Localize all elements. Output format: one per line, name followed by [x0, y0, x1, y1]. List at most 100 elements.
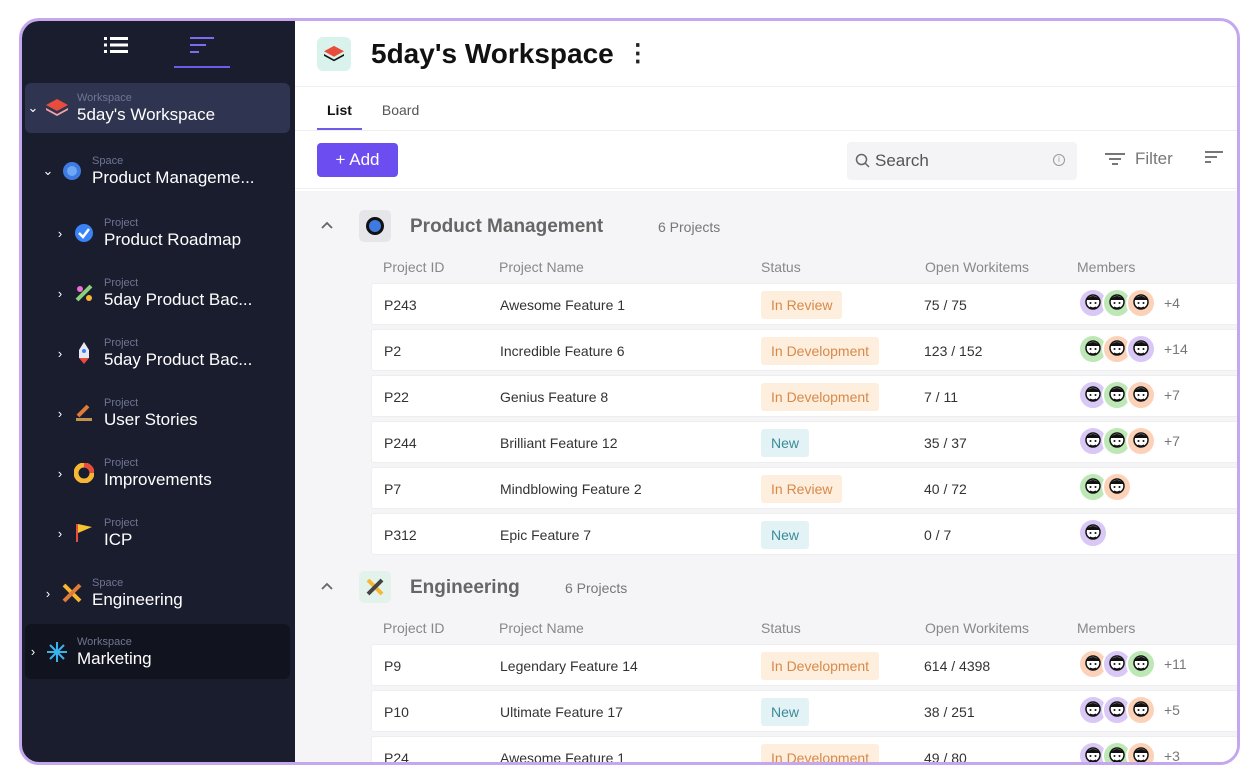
group-header-product-management[interactable]: Product Management 6 Projects	[295, 206, 1237, 246]
check-circle-icon	[72, 221, 96, 245]
tab-board[interactable]: Board	[372, 102, 429, 130]
project-name[interactable]: Incredible Feature 6	[500, 343, 625, 359]
search-input[interactable]: Search i	[847, 142, 1077, 180]
view-tabs: List Board	[295, 87, 1237, 131]
add-button[interactable]: + Add	[317, 142, 398, 177]
chevron-right-icon[interactable]: ›	[52, 286, 68, 301]
tree-item-label: Product Roadmap	[104, 230, 242, 249]
member-avatars[interactable]: +7	[1078, 426, 1180, 456]
member-avatars[interactable]: +3	[1078, 741, 1180, 762]
chevron-right-icon[interactable]: ›	[40, 586, 56, 601]
tree-item-workspace-5day[interactable]: ⌄ Workspace 5day's Workspace	[25, 83, 290, 133]
status-badge: In Development	[761, 383, 880, 411]
paint-icon	[72, 281, 96, 305]
tree-item-label: Improvements	[104, 470, 212, 489]
project-id: P312	[384, 527, 417, 543]
tree-item-project-backlog-1[interactable]: › Project 5day Product Bac...	[52, 268, 290, 318]
member-avatars[interactable]: +5	[1078, 695, 1180, 725]
project-name[interactable]: Epic Feature 7	[500, 527, 591, 543]
tree-item-space-engineering[interactable]: › Space Engineering	[40, 568, 290, 618]
chevron-right-icon[interactable]: ›	[52, 406, 68, 421]
tree-item-project-icp[interactable]: › Project ICP	[52, 508, 290, 558]
chevron-right-icon[interactable]: ›	[52, 466, 68, 481]
project-name[interactable]: Awesome Feature 1	[500, 297, 625, 313]
status-badge: New	[761, 698, 810, 726]
chevron-up-icon[interactable]	[320, 581, 334, 591]
table-row[interactable]: P243 Awesome Feature 1 In Review 75 / 75…	[371, 283, 1237, 325]
page-title: 5day's Workspace	[371, 37, 614, 69]
open-workitems: 38 / 251	[924, 704, 975, 720]
filter-button[interactable]: Filter	[1105, 149, 1173, 169]
table-row[interactable]: P22 Genius Feature 8 In Development 7 / …	[371, 375, 1237, 417]
globe-icon	[60, 159, 84, 183]
table-row[interactable]: P312 Epic Feature 7 New 0 / 7	[371, 513, 1237, 555]
tree-item-workspace-marketing[interactable]: › Workspace Marketing	[25, 624, 290, 679]
tree-view-tab[interactable]	[88, 28, 144, 62]
tree-item-label: Engineering	[92, 590, 183, 609]
table-row[interactable]: P9 Legendary Feature 14 In Development 6…	[371, 644, 1237, 686]
project-id: P24	[384, 750, 409, 762]
member-avatars[interactable]: +14	[1078, 334, 1188, 364]
tree-item-label: Product Manageme...	[92, 168, 255, 187]
more-members-count: +14	[1164, 341, 1188, 357]
chevron-right-icon[interactable]: ›	[52, 526, 68, 541]
group-name: Engineering	[410, 577, 520, 598]
chevron-right-icon[interactable]: ›	[52, 346, 68, 361]
tree-item-project-improvements[interactable]: › Project Improvements	[52, 448, 290, 498]
member-avatars[interactable]: +7	[1078, 380, 1180, 410]
status-badge: In Development	[761, 652, 880, 680]
project-id: P2	[384, 343, 402, 359]
app-frame: ⌄ Workspace 5day's Workspace ⌄ Space Produ…	[19, 18, 1240, 765]
chevron-down-icon[interactable]: ⌄	[25, 100, 41, 116]
project-name[interactable]: Legendary Feature 14	[500, 658, 638, 674]
member-avatars[interactable]	[1078, 472, 1140, 502]
member-avatars[interactable]	[1078, 518, 1116, 548]
project-list: Product Management 6 Projects Project ID…	[295, 191, 1237, 762]
member-avatars[interactable]: +11	[1078, 649, 1187, 679]
col-members: Members	[1077, 259, 1136, 275]
outline-view-tab[interactable]	[173, 28, 230, 68]
table-row[interactable]: P7 Mindblowing Feature 2 In Review 40 / …	[371, 467, 1237, 509]
gavel-icon	[72, 401, 96, 425]
group-header-engineering[interactable]: Engineering 6 Projects	[295, 567, 1237, 607]
tree-item-label: 5day Product Bac...	[104, 350, 253, 369]
chevron-up-icon[interactable]	[320, 220, 334, 230]
filter-icon	[1105, 153, 1125, 165]
more-members-count: +5	[1164, 702, 1180, 718]
chevron-right-icon[interactable]: ›	[52, 226, 68, 241]
status-badge: In Review	[761, 291, 843, 319]
tree-item-project-backlog-2[interactable]: › Project 5day Product Bac...	[52, 328, 290, 378]
project-name[interactable]: Brilliant Feature 12	[500, 435, 618, 451]
flag-icon	[72, 521, 96, 545]
tree-item-kind: Project	[104, 337, 139, 349]
info-icon[interactable]: i	[1053, 154, 1065, 166]
sort-button[interactable]	[1205, 150, 1223, 169]
table-row[interactable]: P24 Awesome Feature 1 In Development 49 …	[371, 736, 1237, 762]
table-row[interactable]: P244 Brilliant Feature 12 New 35 / 37 +7	[371, 421, 1237, 463]
project-name[interactable]: Ultimate Feature 17	[500, 704, 623, 720]
sort-lines-icon	[189, 37, 214, 53]
project-name[interactable]: Mindblowing Feature 2	[500, 481, 642, 497]
list-icon	[103, 37, 128, 53]
tree-item-space-product-management[interactable]: ⌄ Space Product Manageme...	[40, 146, 290, 196]
avatar	[1126, 380, 1156, 410]
open-workitems: 123 / 152	[924, 343, 983, 359]
chevron-right-icon[interactable]: ›	[25, 644, 41, 659]
chevron-down-icon[interactable]: ⌄	[40, 163, 56, 179]
table-row[interactable]: P2 Incredible Feature 6 In Development 1…	[371, 329, 1237, 371]
tree-item-kind: Workspace	[77, 635, 132, 648]
tree-item-project-user-stories[interactable]: › Project User Stories	[52, 388, 290, 438]
open-workitems: 75 / 75	[924, 297, 967, 313]
table-row[interactable]: P10 Ultimate Feature 17 New 38 / 251 +5	[371, 690, 1237, 732]
member-avatars[interactable]: +4	[1078, 288, 1180, 318]
project-name[interactable]: Genius Feature 8	[500, 389, 608, 405]
project-id: P22	[384, 389, 409, 405]
avatar	[1126, 649, 1156, 679]
tree-item-project-product-roadmap[interactable]: › Project Product Roadmap	[52, 208, 290, 258]
project-name[interactable]: Awesome Feature 1	[500, 750, 625, 762]
group-count: 6 Projects	[565, 580, 628, 596]
more-members-count: +7	[1164, 387, 1180, 403]
project-id: P9	[384, 658, 402, 674]
more-options-icon[interactable]: ⋮	[626, 39, 650, 68]
tab-list[interactable]: List	[317, 102, 362, 130]
